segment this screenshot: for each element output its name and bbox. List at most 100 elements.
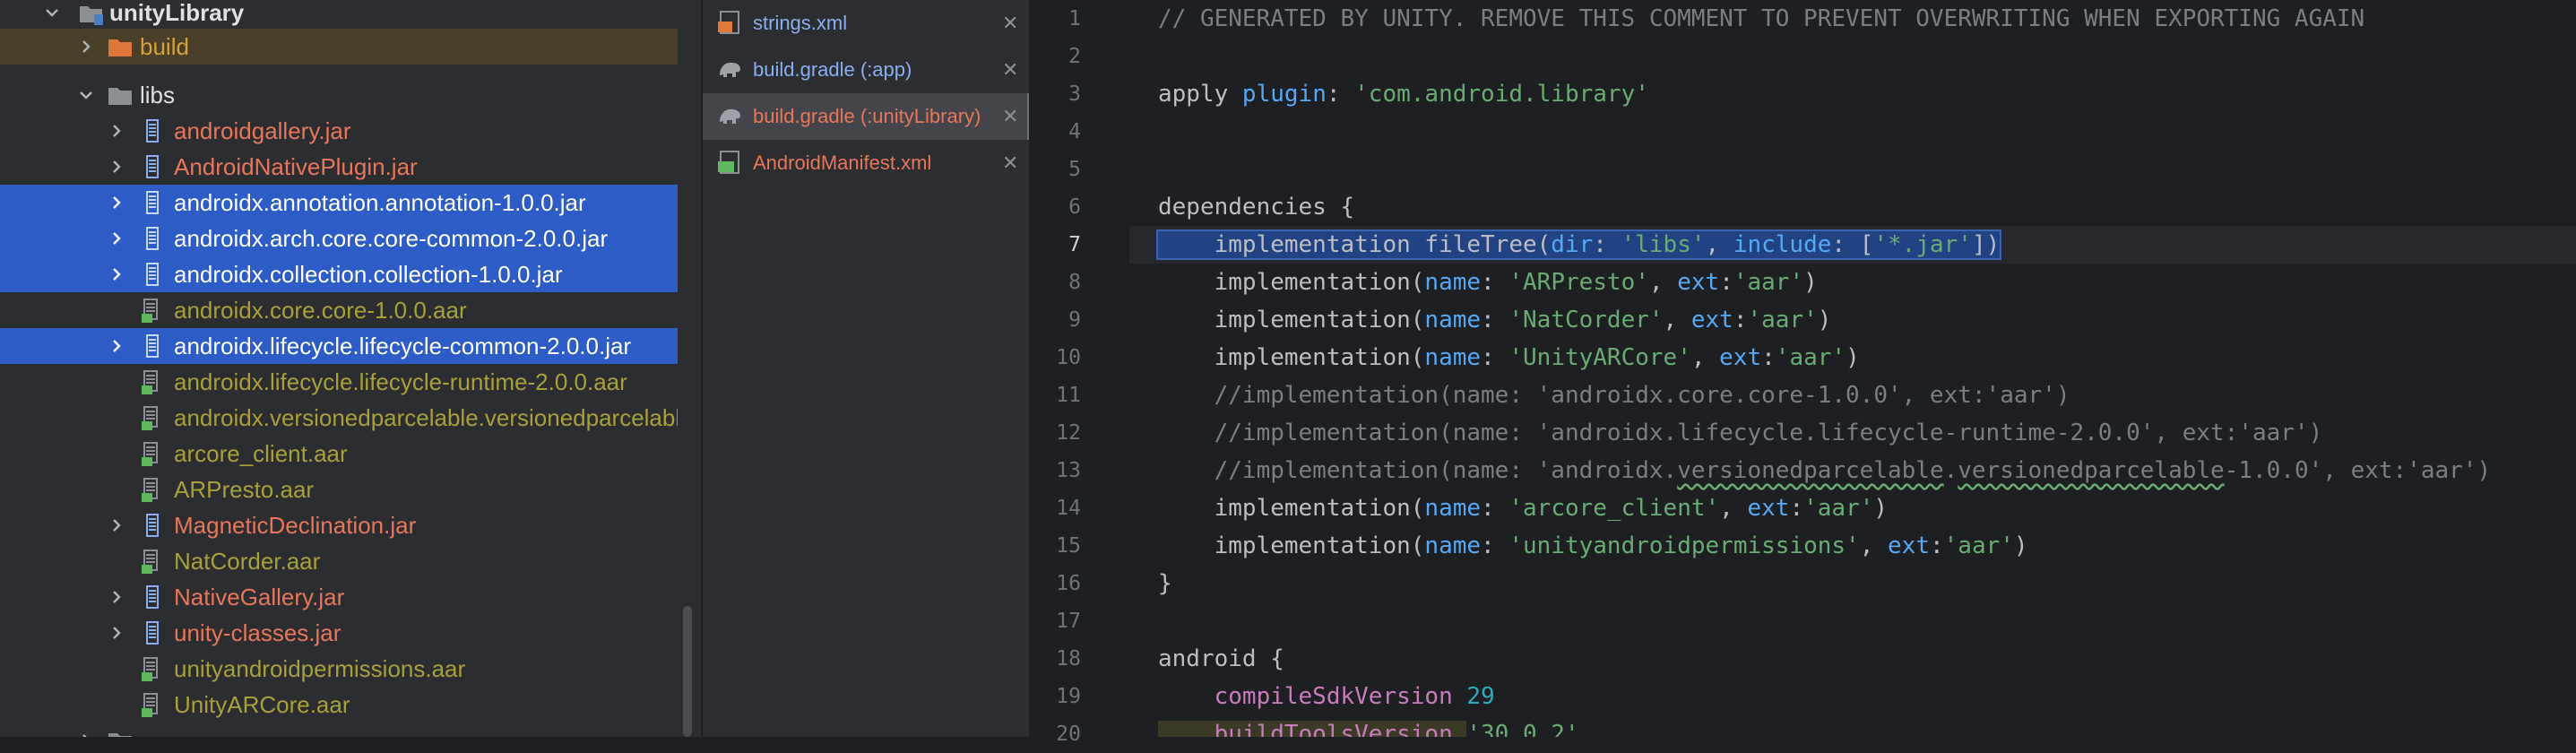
tree-label: androidx.core.core-1.0.0.aar xyxy=(174,297,467,324)
close-icon[interactable]: ✕ xyxy=(1002,0,1018,47)
tree-label-libs: libs xyxy=(140,82,176,108)
manifest-icon xyxy=(717,151,744,174)
chevron-right-icon[interactable] xyxy=(108,328,125,364)
close-icon[interactable]: ✕ xyxy=(1002,47,1018,93)
line-number: 9 xyxy=(1068,308,1081,332)
code-token: buildToolsVersion xyxy=(1158,721,1467,737)
code-token: 29 xyxy=(1466,683,1495,710)
code-token: 'unityandroidpermissions' xyxy=(1508,532,1860,559)
tab-build-gradle-unitylibrary[interactable]: build.gradle (:unityLibrary) ✕ xyxy=(703,93,1029,140)
tree-row-file[interactable]: NatCorder.aar xyxy=(0,543,678,579)
chevron-right-icon[interactable] xyxy=(108,256,125,292)
chevron-right-icon[interactable] xyxy=(108,507,125,543)
tree-scrollbar[interactable] xyxy=(683,606,692,737)
chevron-right-icon[interactable] xyxy=(108,615,125,651)
tab-label: build.gradle (:app) xyxy=(753,58,912,81)
chevron-right-icon[interactable] xyxy=(77,723,95,737)
chevron-down-icon[interactable] xyxy=(43,0,61,30)
tree-row-file[interactable]: androidx.annotation.annotation-1.0.0.jar xyxy=(0,185,678,221)
code-editor[interactable]: // GENERATED BY UNITY. REMOVE THIS COMME… xyxy=(1129,0,2576,737)
tree-row-file[interactable]: ARPresto.aar xyxy=(0,472,678,507)
tree-row-file[interactable]: androidx.lifecycle.lifecycle-common-2.0.… xyxy=(0,328,678,364)
tree-label: AndroidNativePlugin.jar xyxy=(174,153,418,180)
code-token: implementation( xyxy=(1158,344,1425,371)
chevron-right-icon[interactable] xyxy=(108,579,125,615)
chevron-right-icon[interactable] xyxy=(108,149,125,185)
tree-label: UnityARCore.aar xyxy=(174,691,350,718)
code-token: : xyxy=(1326,81,1355,108)
chevron-right-icon[interactable] xyxy=(108,185,125,221)
tree-row-file[interactable]: unityandroidpermissions.aar xyxy=(0,651,678,687)
code-token: implementation fileTree( xyxy=(1158,231,1552,258)
tab-strings-xml[interactable]: strings.xml ✕ xyxy=(703,0,1029,47)
code-token: //implementation(name: 'androidx. xyxy=(1158,457,1678,484)
code-token: : xyxy=(1481,495,1509,522)
close-icon[interactable]: ✕ xyxy=(1002,140,1018,186)
line-number: 10 xyxy=(1056,346,1081,369)
code-token: , xyxy=(1705,231,1733,258)
tree-row-file[interactable]: androidx.collection.collection-1.0.0.jar xyxy=(0,256,678,292)
tree-label: androidx.arch.core.core-common-2.0.0.jar xyxy=(174,225,609,252)
tree-label-unitylibrary: unityLibrary xyxy=(109,0,245,26)
code-token: compileSdkVersion xyxy=(1158,683,1467,710)
code-token: name xyxy=(1424,269,1482,296)
tree-row-build[interactable]: build xyxy=(0,29,678,65)
tree-label: androidgallery.jar xyxy=(174,117,351,144)
code-line: implementation fileTree(dir: 'libs', inc… xyxy=(1155,226,2002,264)
code-token: '*.jar' xyxy=(1873,231,1972,258)
code-line: compileSdkVersion 29 xyxy=(1158,678,1495,715)
jar-archive-icon xyxy=(140,117,163,144)
code-token: : xyxy=(1719,269,1733,296)
code-token: ) xyxy=(1873,495,1889,522)
code-token: plugin xyxy=(1241,81,1327,108)
line-number-gutter: 1 2 3 4 5 6 7 8 9 10 11 12 13 14 15 16 1… xyxy=(1034,0,1154,746)
line-number: 7 xyxy=(1068,233,1081,256)
tree-row-libs[interactable]: libs xyxy=(0,77,678,113)
code-token: ext xyxy=(1747,495,1790,522)
code-line: apply plugin: 'com.android.library' xyxy=(1158,75,1649,113)
code-token: '30.0.2' xyxy=(1466,721,1579,737)
aar-archive-icon xyxy=(140,476,163,503)
code-token: 'aar' xyxy=(1775,344,1846,371)
close-icon[interactable]: ✕ xyxy=(1002,93,1018,140)
code-token: . xyxy=(1943,457,1958,484)
tree-row-file[interactable]: unity-classes.jar xyxy=(0,615,678,651)
folder-icon xyxy=(108,33,132,60)
tree-row-partial[interactable] xyxy=(0,723,678,737)
code-token: : xyxy=(1481,307,1509,333)
code-token: dir xyxy=(1551,231,1594,258)
code-token: : xyxy=(1733,307,1748,333)
jar-archive-icon xyxy=(140,261,163,288)
code-line: implementation(name: 'ARPresto', ext:'aa… xyxy=(1158,264,1818,301)
tree-row-unitylibrary[interactable]: unityLibrary xyxy=(0,0,678,30)
code-token: , xyxy=(1859,532,1889,559)
tree-label: androidx.lifecycle.lifecycle-runtime-2.0… xyxy=(174,368,627,395)
tree-row-file[interactable]: androidx.versionedparcelable.versionedpa… xyxy=(0,400,678,436)
chevron-down-icon[interactable] xyxy=(77,77,95,113)
jar-archive-icon xyxy=(140,333,163,359)
tree-row-file[interactable]: androidx.core.core-1.0.0.aar xyxy=(0,292,678,328)
code-token: ext xyxy=(1719,344,1762,371)
tree-row-file[interactable]: UnityARCore.aar xyxy=(0,687,678,723)
chevron-right-icon[interactable] xyxy=(108,221,125,256)
line-number: 20 xyxy=(1056,723,1081,746)
chevron-right-icon[interactable] xyxy=(108,113,125,149)
code-token: implementation( xyxy=(1158,532,1425,559)
tree-row-file[interactable]: NativeGallery.jar xyxy=(0,579,678,615)
line-number: 2 xyxy=(1068,45,1081,68)
code-token: : xyxy=(1929,532,1944,559)
tree-row-file[interactable]: androidx.arch.core.core-common-2.0.0.jar xyxy=(0,221,678,256)
tree-row-file[interactable]: arcore_client.aar xyxy=(0,436,678,472)
aar-archive-icon xyxy=(140,368,163,395)
code-token: , xyxy=(1663,307,1691,333)
tree-row-file[interactable]: androidx.lifecycle.lifecycle-runtime-2.0… xyxy=(0,364,678,400)
tree-label: MagneticDeclination.jar xyxy=(174,512,417,539)
tree-row-file[interactable]: androidgallery.jar xyxy=(0,113,678,149)
aar-archive-icon xyxy=(140,297,163,324)
code-token: versionedparcelable xyxy=(1958,457,2225,484)
tab-androidmanifest-xml[interactable]: AndroidManifest.xml ✕ xyxy=(703,140,1029,186)
chevron-right-icon[interactable] xyxy=(77,29,95,65)
tree-row-file[interactable]: MagneticDeclination.jar xyxy=(0,507,678,543)
tab-build-gradle-app[interactable]: build.gradle (:app) ✕ xyxy=(703,47,1029,93)
tree-row-file[interactable]: AndroidNativePlugin.jar xyxy=(0,149,678,185)
